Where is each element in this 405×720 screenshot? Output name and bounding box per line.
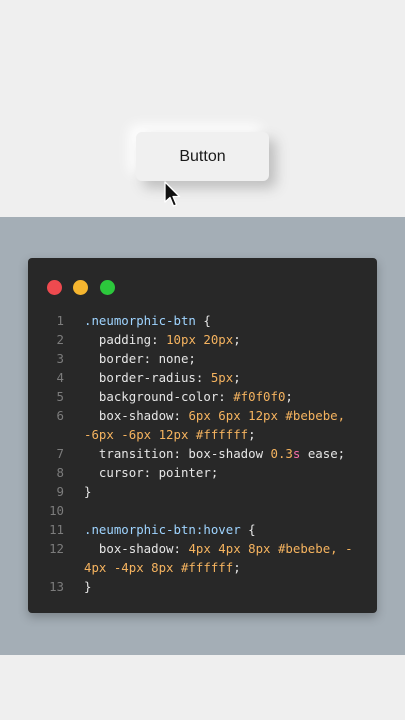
code-token: ;: [233, 370, 241, 385]
line-number: 6: [56, 408, 64, 423]
line-number: 13: [49, 579, 64, 594]
code-text: -6px -6px 12px #ffffff;: [64, 425, 256, 444]
code-block: 1 .neumorphic-btn {2 padding: 10px 20px; 3…: [28, 311, 377, 596]
line-number: 12: [49, 541, 64, 556]
code-token: 10px 20px: [166, 332, 234, 347]
code-text: padding: 10px 20px;: [64, 330, 241, 349]
code-line: 8 cursor: pointer;: [28, 463, 377, 482]
code-line: 13}: [28, 577, 377, 596]
code-token: .neumorphic-btn:hover: [84, 522, 241, 537]
code-token: cursor: pointer;: [84, 465, 219, 480]
code-line: 12 box-shadow: 4px 4px 8px #bebebe, -: [28, 539, 377, 558]
code-token: 5px: [210, 370, 234, 385]
code-token: 4px 4px 8px #bebebe, -: [188, 541, 353, 556]
code-token: ;: [248, 427, 256, 442]
code-text: 4px -4px 8px #ffffff;: [64, 558, 241, 577]
close-dot-icon: [47, 280, 62, 295]
code-line: 2 padding: 10px 20px;: [28, 330, 377, 349]
code-token: padding:: [84, 332, 167, 347]
line-number: 7: [56, 446, 64, 461]
line-number: 9: [56, 484, 64, 499]
code-line: 1 .neumorphic-btn {: [28, 311, 377, 330]
code-token: border-radius:: [84, 370, 211, 385]
code-text: .neumorphic-btn:hover {: [64, 520, 256, 539]
line-number: 11: [49, 522, 64, 537]
code-token: ease;: [300, 446, 346, 461]
minimize-dot-icon: [73, 280, 88, 295]
code-text: cursor: pointer;: [64, 463, 218, 482]
code-token: ;: [233, 332, 241, 347]
code-line: 10: [28, 501, 377, 520]
line-number: [28, 558, 64, 577]
code-token: border: none;: [84, 351, 196, 366]
code-token: box-shadow:: [84, 408, 189, 423]
code-text: box-shadow: 6px 6px 12px #bebebe,: [64, 406, 345, 425]
code-token: background-color:: [84, 389, 234, 404]
code-token: {: [195, 313, 211, 328]
line-number: 4: [56, 370, 64, 385]
code-text: }: [64, 482, 91, 501]
code-token: 4px -4px 8px #ffffff: [84, 560, 234, 575]
code-line: 4 border-radius: 5px;: [28, 368, 377, 387]
code-line: -6px -6px 12px #ffffff;: [28, 425, 377, 444]
code-token: }: [84, 579, 92, 594]
code-token: 0.3: [270, 446, 293, 461]
code-text: box-shadow: 4px 4px 8px #bebebe, -: [64, 539, 353, 558]
demo-area: [0, 0, 405, 217]
code-token: box-shadow:: [84, 541, 189, 556]
code-token: ;: [233, 560, 241, 575]
code-text: background-color: #f0f0f0;: [64, 387, 293, 406]
code-text: border-radius: 5px;: [64, 368, 241, 387]
line-number: 3: [56, 351, 64, 366]
demo-button[interactable]: Button: [136, 132, 269, 181]
line-number: 5: [56, 389, 64, 404]
line-number: 2: [56, 332, 64, 347]
code-line: 3 border: none;: [28, 349, 377, 368]
code-token: 6px 6px 12px #bebebe,: [188, 408, 346, 423]
code-line: 11 .neumorphic-btn:hover {: [28, 520, 377, 539]
code-token: ;: [285, 389, 293, 404]
mouse-pointer-icon: [164, 181, 181, 207]
code-token: transition: box-shadow: [84, 446, 271, 461]
code-text: border: none;: [64, 349, 196, 368]
line-number: 10: [49, 503, 64, 518]
code-line: 6 box-shadow: 6px 6px 12px #bebebe,: [28, 406, 377, 425]
code-text: .neumorphic-btn {: [64, 311, 211, 330]
line-number: 1: [56, 313, 64, 328]
code-text: transition: box-shadow 0.3s ease;: [64, 444, 345, 463]
code-token: {: [240, 522, 256, 537]
line-number: 8: [56, 465, 64, 480]
maximize-dot-icon: [100, 280, 115, 295]
code-line: 5 background-color: #f0f0f0;: [28, 387, 377, 406]
code-line: 4px -4px 8px #ffffff;: [28, 558, 377, 577]
line-number: [28, 425, 64, 444]
code-line: 7 transition: box-shadow 0.3s ease;: [28, 444, 377, 463]
code-token: #f0f0f0: [233, 389, 286, 404]
demo-button-label: Button: [179, 147, 226, 165]
code-line: 9}: [28, 482, 377, 501]
code-token: }: [84, 484, 92, 499]
code-token: -6px -6px 12px #ffffff: [84, 427, 249, 442]
footer-area: [0, 655, 405, 720]
code-token: .neumorphic-btn: [84, 313, 196, 328]
code-window: 1 .neumorphic-btn {2 padding: 10px 20px; 3…: [28, 258, 377, 613]
code-text: }: [64, 577, 91, 596]
